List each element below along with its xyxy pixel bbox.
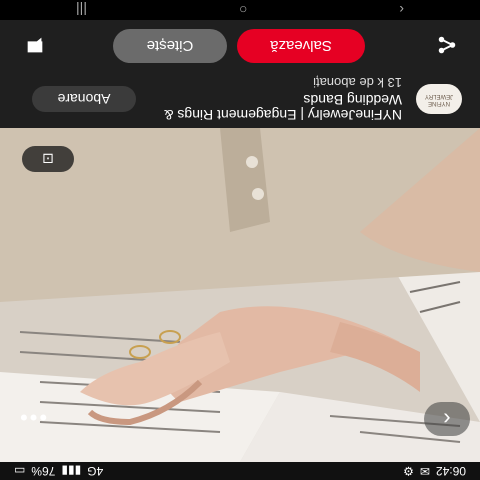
more-options-icon[interactable]: ••• bbox=[18, 404, 47, 430]
nav-home-icon[interactable]: ○ bbox=[239, 2, 247, 18]
status-right: 4G ▮▮▮ 76% ▭ bbox=[14, 464, 103, 478]
status-bar: 06:42 ✉ ⚙ 4G ▮▮▮ 76% ▭ bbox=[0, 462, 480, 480]
signal-icon: ▮▮▮ bbox=[61, 464, 82, 478]
creator-texts: NYFineJewelry | Engagement Rings & Weddi… bbox=[136, 75, 402, 124]
back-button[interactable]: ‹ bbox=[424, 402, 470, 436]
nav-back-icon[interactable]: ‹ bbox=[399, 2, 404, 18]
system-nav-bar: ‹ ○ ||| bbox=[0, 0, 480, 20]
creator-name[interactable]: NYFineJewelry | Engagement Rings & Weddi… bbox=[136, 93, 402, 124]
clock: 06:42 bbox=[435, 464, 466, 478]
battery-icon: ▭ bbox=[14, 464, 26, 478]
settings-icon: ⚙ bbox=[403, 464, 414, 478]
photo-illustration bbox=[0, 128, 480, 462]
visual-search-icon[interactable]: ⊡ bbox=[22, 146, 74, 172]
save-button[interactable]: Salvează bbox=[237, 29, 365, 63]
network-label: 4G bbox=[87, 464, 104, 478]
action-bar: Salvează Citește bbox=[0, 20, 480, 70]
status-left: 06:42 ✉ ⚙ bbox=[403, 464, 466, 478]
rotated-frame: 06:42 ✉ ⚙ 4G ▮▮▮ 76% ▭ ‹ ••• ⊡ NYFINE JE… bbox=[0, 0, 480, 480]
share-icon[interactable] bbox=[434, 32, 460, 58]
notification-icon: ✉ bbox=[419, 464, 430, 478]
pin-photo[interactable]: ‹ ••• ⊡ bbox=[0, 128, 480, 462]
pin-info-bar: NYFINE JEWELRY NYFineJewelry | Engagemen… bbox=[0, 70, 480, 128]
follower-count: 13 k de abonați bbox=[313, 75, 402, 91]
screen: 06:42 ✉ ⚙ 4G ▮▮▮ 76% ▭ ‹ ••• ⊡ NYFINE JE… bbox=[0, 0, 480, 480]
nav-recents-icon[interactable]: ||| bbox=[76, 2, 87, 18]
battery-label: 76% bbox=[31, 464, 56, 478]
comment-icon[interactable] bbox=[24, 34, 46, 56]
avatar[interactable]: NYFINE JEWELRY bbox=[416, 84, 462, 114]
read-button[interactable]: Citește bbox=[113, 29, 227, 63]
follow-button[interactable]: Abonare bbox=[32, 86, 136, 112]
